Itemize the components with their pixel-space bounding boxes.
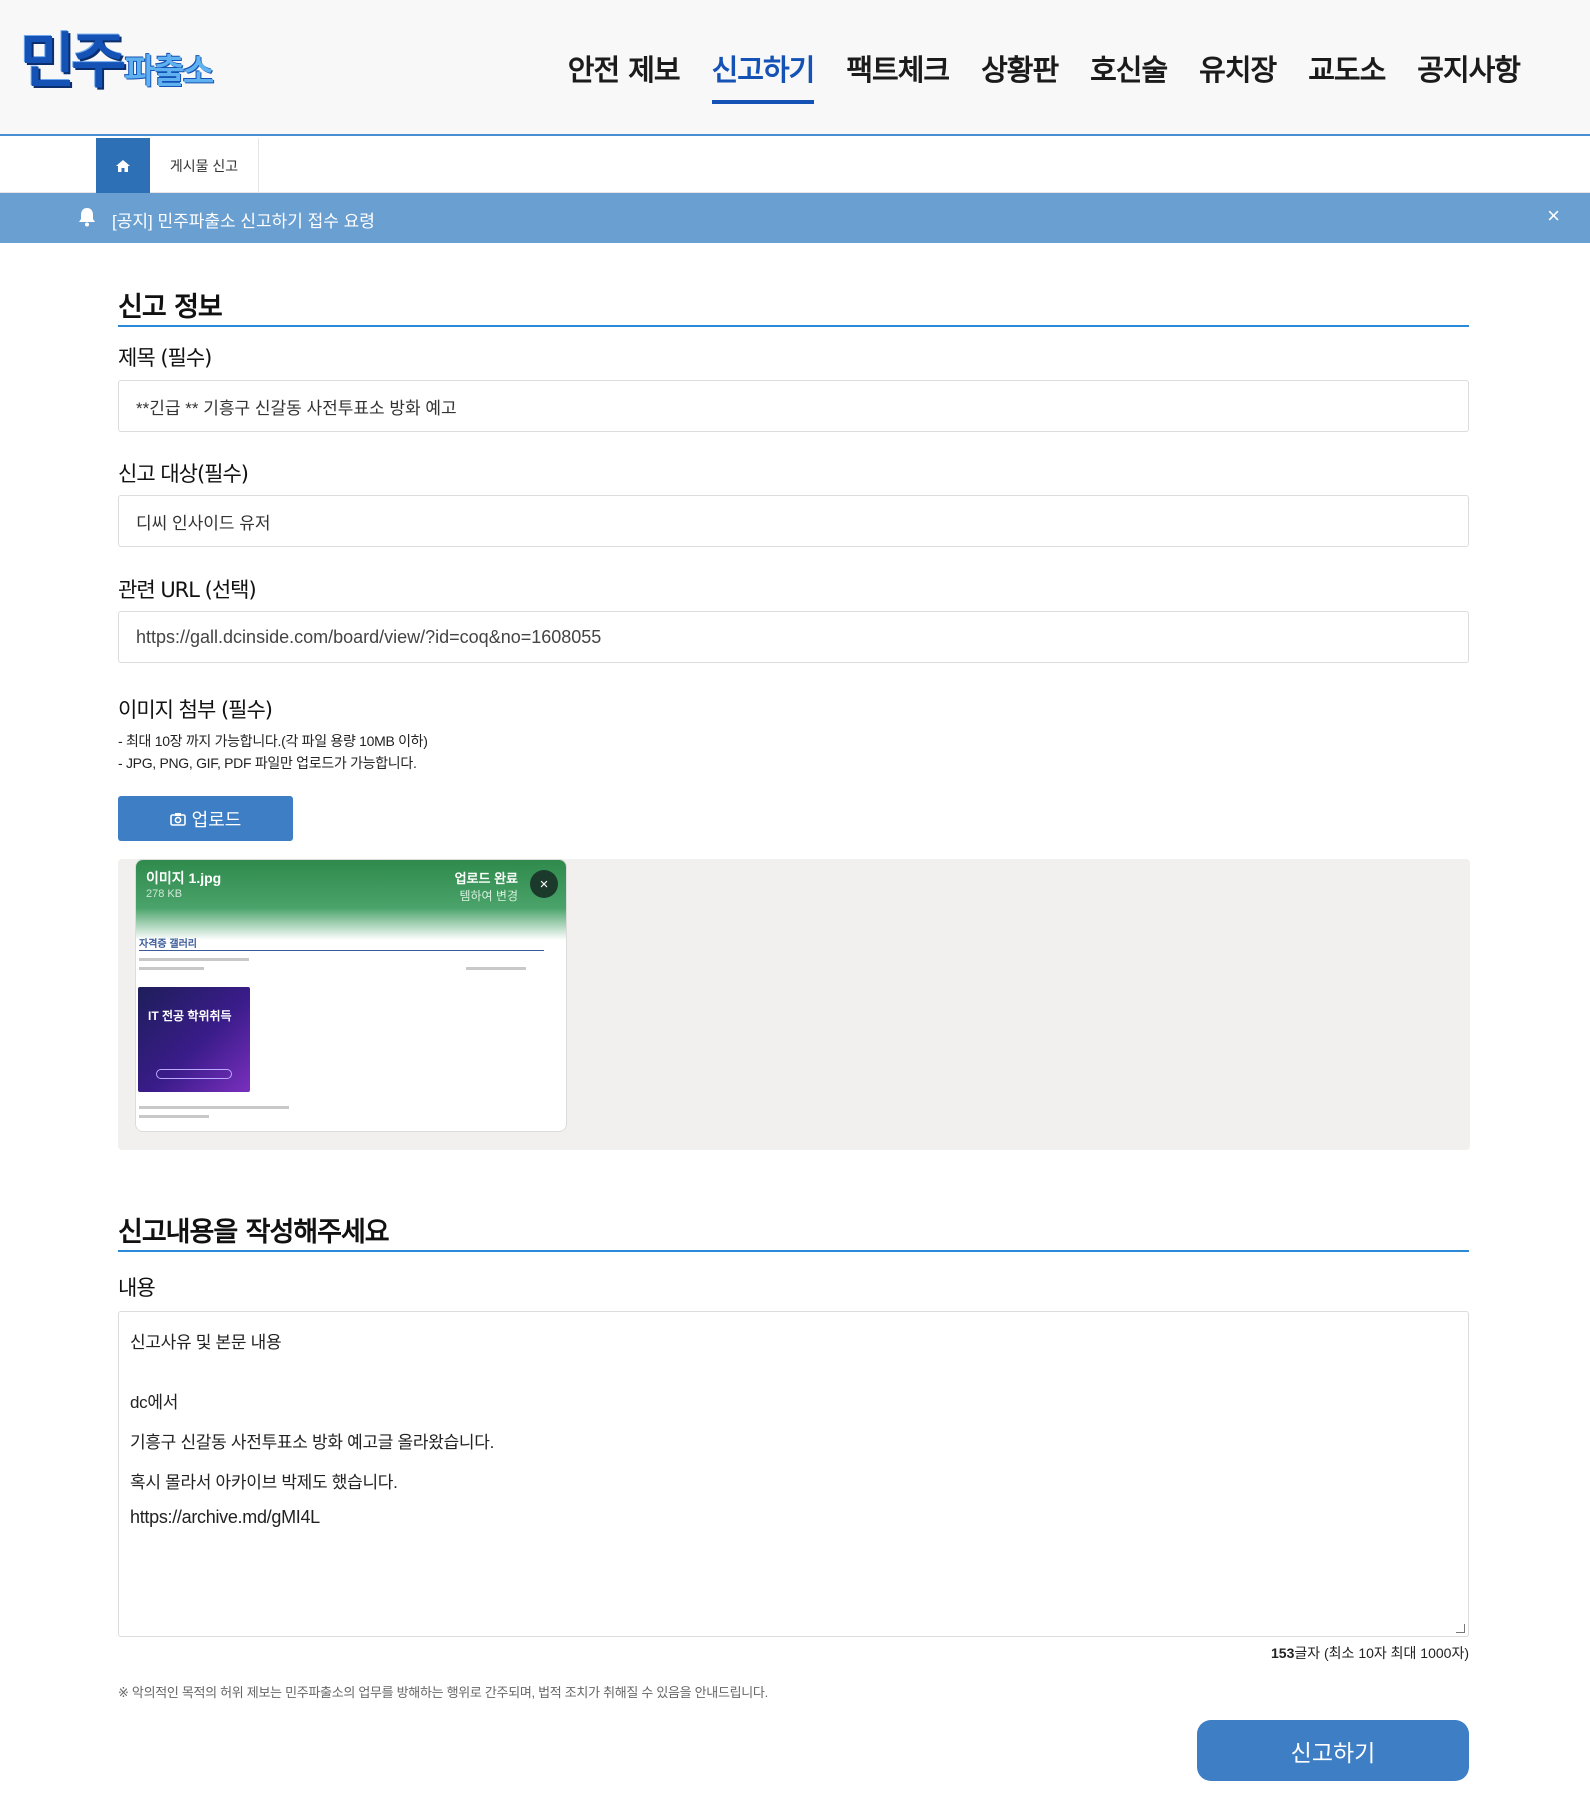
target-label: 신고 대상(필수): [118, 462, 249, 486]
section-title-report-info: 신고 정보: [118, 292, 223, 323]
upload-button[interactable]: 업로드: [118, 796, 293, 841]
site-logo[interactable]: 민주 파출소: [20, 27, 214, 97]
site-header: 민주 파출소 안전 제보 신고하기 팩트체크 상황판 호신술 유치장 교도소 공…: [0, 0, 1590, 136]
upload-label: 업로드: [191, 809, 242, 830]
home-icon: [116, 159, 130, 172]
nav-item-detention[interactable]: 유치장: [1199, 0, 1277, 136]
image-hint-format: - JPG, PNG, GIF, PDF 파일만 업로드가 가능합니다.: [118, 755, 417, 771]
camera-icon: [169, 812, 186, 826]
close-icon[interactable]: ×: [1547, 203, 1560, 229]
attachment-filesize: 278 KB: [146, 888, 183, 900]
screenshot-text-line: [466, 967, 526, 970]
screenshot-text-line: [139, 967, 204, 970]
content-line: 기흥구 신갈동 사전투표소 방화 예고글 올라왔습니다.: [130, 1433, 495, 1452]
content-line: 신고사유 및 본문 내용: [130, 1333, 282, 1352]
section-divider: [118, 1250, 1469, 1252]
nav-item-prison[interactable]: 교도소: [1308, 0, 1386, 136]
attachment-status: 업로드 완료: [454, 871, 518, 886]
section-title-write-content: 신고내용을 작성해주세요: [118, 1217, 390, 1248]
content-textarea[interactable]: 신고사유 및 본문 내용 dc에서 기흥구 신갈동 사전투표소 방화 예고글 올…: [118, 1311, 1469, 1637]
nav-item-notices[interactable]: 공지사항: [1417, 0, 1521, 136]
breadcrumb-current[interactable]: 게시물 신고: [150, 138, 259, 193]
nav-item-safety-report[interactable]: 안전 제보: [568, 0, 681, 136]
submit-report-button[interactable]: 신고하기: [1197, 1720, 1469, 1781]
legal-disclaimer: ※ 악의적인 목적의 허위 제보는 민주파출소의 업무를 방해하는 행위로 간주…: [118, 1685, 768, 1700]
screenshot-text-line: [139, 958, 249, 961]
logo-main-text: 민주: [20, 27, 126, 97]
nav-item-self-defense[interactable]: 호신술: [1090, 0, 1168, 136]
bell-icon: [79, 208, 95, 227]
attachment-filename: 이미지 1.jpg: [146, 870, 222, 886]
home-button[interactable]: [96, 138, 150, 193]
image-hint-size: - 최대 10장 까지 가능합니다.(각 파일 용량 10MB 이하): [118, 733, 428, 749]
title-field[interactable]: **긴급 ** 기흥구 신갈동 사전투표소 방화 예고: [118, 380, 1469, 432]
target-field[interactable]: 디씨 인사이드 유저: [118, 495, 1469, 547]
remove-attachment-button[interactable]: ×: [530, 870, 558, 898]
nav-item-factcheck[interactable]: 팩트체크: [846, 0, 950, 136]
resize-handle[interactable]: [1456, 1624, 1465, 1633]
screenshot-ad-title: IT 전공 학위취득: [148, 1009, 232, 1023]
main-nav: 안전 제보 신고하기 팩트체크 상황판 호신술 유치장 교도소 공지사항: [536, 0, 1521, 136]
screenshot-ad-button: [156, 1069, 232, 1079]
char-count: 153: [1271, 1645, 1295, 1661]
screenshot-text-line: [139, 1115, 209, 1118]
content-label: 내용: [118, 1276, 156, 1300]
notice-bar[interactable]: [공지] 민주파출소 신고하기 접수 요령 ×: [0, 193, 1590, 243]
image-label: 이미지 첨부 (필수): [118, 698, 273, 722]
nav-item-report[interactable]: 신고하기: [711, 0, 815, 136]
screenshot-text-line: [139, 1106, 289, 1109]
attachment-change-hint: 템하여 변경: [459, 889, 518, 903]
url-field[interactable]: https://gall.dcinside.com/board/view/?id…: [118, 611, 1469, 663]
content-line: dc에서: [130, 1393, 179, 1412]
attachment-preview-area: 이미지 1.jpg 278 KB 업로드 완료 템하여 변경 × 자격증 갤러리…: [118, 859, 1470, 1150]
content-line: 혹시 몰라서 아카이브 박제도 했습니다.: [130, 1473, 398, 1492]
title-label: 제목 (필수): [118, 346, 212, 370]
logo-sub-text: 파출소: [124, 52, 214, 92]
breadcrumb: 게시물 신고: [0, 138, 1590, 193]
section-divider: [118, 325, 1469, 327]
url-label: 관련 URL (선택): [118, 578, 257, 602]
attachment-thumbnail[interactable]: 이미지 1.jpg 278 KB 업로드 완료 템하여 변경 × 자격증 갤러리…: [135, 859, 567, 1132]
char-counter: 153글자 (최소 10자 최대 1000자): [1271, 1643, 1469, 1663]
screenshot-rule: [139, 950, 544, 951]
char-count-suffix: 글자 (최소 10자 최대 1000자): [1294, 1645, 1469, 1661]
nav-item-status-board[interactable]: 상황판: [981, 0, 1059, 136]
screenshot-ad-banner: IT 전공 학위취득: [138, 987, 250, 1092]
content-line: https://archive.md/gMI4L: [130, 1507, 320, 1527]
screenshot-gallery-title: 자격증 갤러리: [139, 939, 197, 950]
notice-text[interactable]: [공지] 민주파출소 신고하기 접수 요령: [112, 207, 375, 232]
